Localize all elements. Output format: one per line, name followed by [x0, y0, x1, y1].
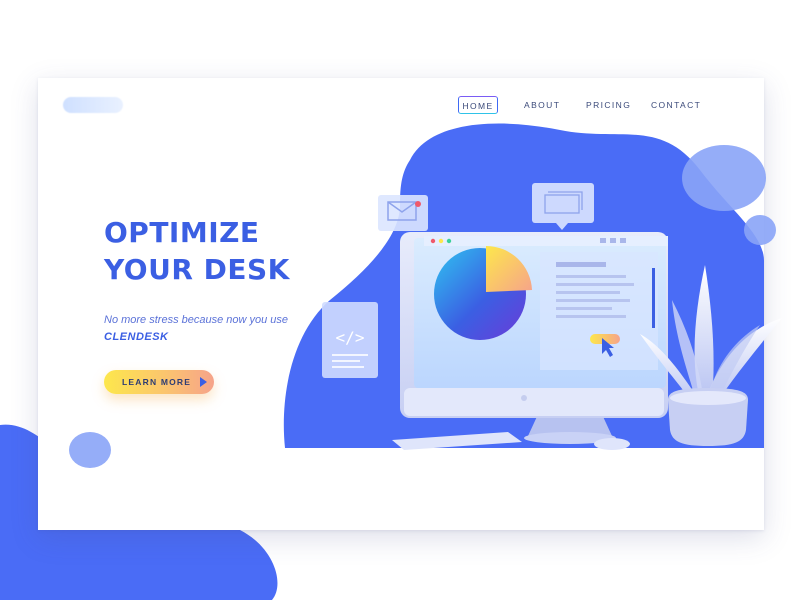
chat-bubble-icon	[532, 183, 594, 230]
learn-more-label: LEARN MORE	[122, 377, 192, 387]
nav-home[interactable]: HOME	[458, 96, 498, 114]
mouse-illustration	[594, 438, 630, 450]
code-card-icon: </>	[322, 302, 378, 378]
nav-about[interactable]: ABOUT	[524, 96, 560, 114]
code-symbol: </>	[336, 328, 365, 347]
headline-line-1: OPTIMIZE	[104, 216, 260, 249]
hero-illustration: </>	[69, 123, 782, 468]
mail-icon	[378, 195, 428, 231]
hero-headline: OPTIMIZE YOUR DESK	[104, 214, 334, 288]
landing-page-stage: </> HOME ABOUT PRICING CONTACT OPTIMIZE …	[0, 0, 800, 600]
brand-name: CLENDESK	[104, 331, 169, 343]
site-logo[interactable]	[63, 97, 123, 113]
nav-pricing[interactable]: PRICING	[586, 96, 631, 114]
learn-more-button[interactable]: LEARN MORE	[104, 370, 214, 394]
subtext-prefix: No more stress because now you use	[104, 314, 289, 326]
play-arrow-icon	[200, 377, 207, 387]
headline-line-2: YOUR DESK	[104, 253, 290, 286]
hero-subtext: No more stress because now you use CLEND…	[104, 312, 304, 346]
monitor-illustration	[400, 232, 668, 444]
nav-contact[interactable]: CONTACT	[651, 96, 701, 114]
light-blob-top-right	[682, 145, 766, 211]
light-blob-right	[744, 215, 776, 245]
light-blob-left	[69, 432, 111, 468]
